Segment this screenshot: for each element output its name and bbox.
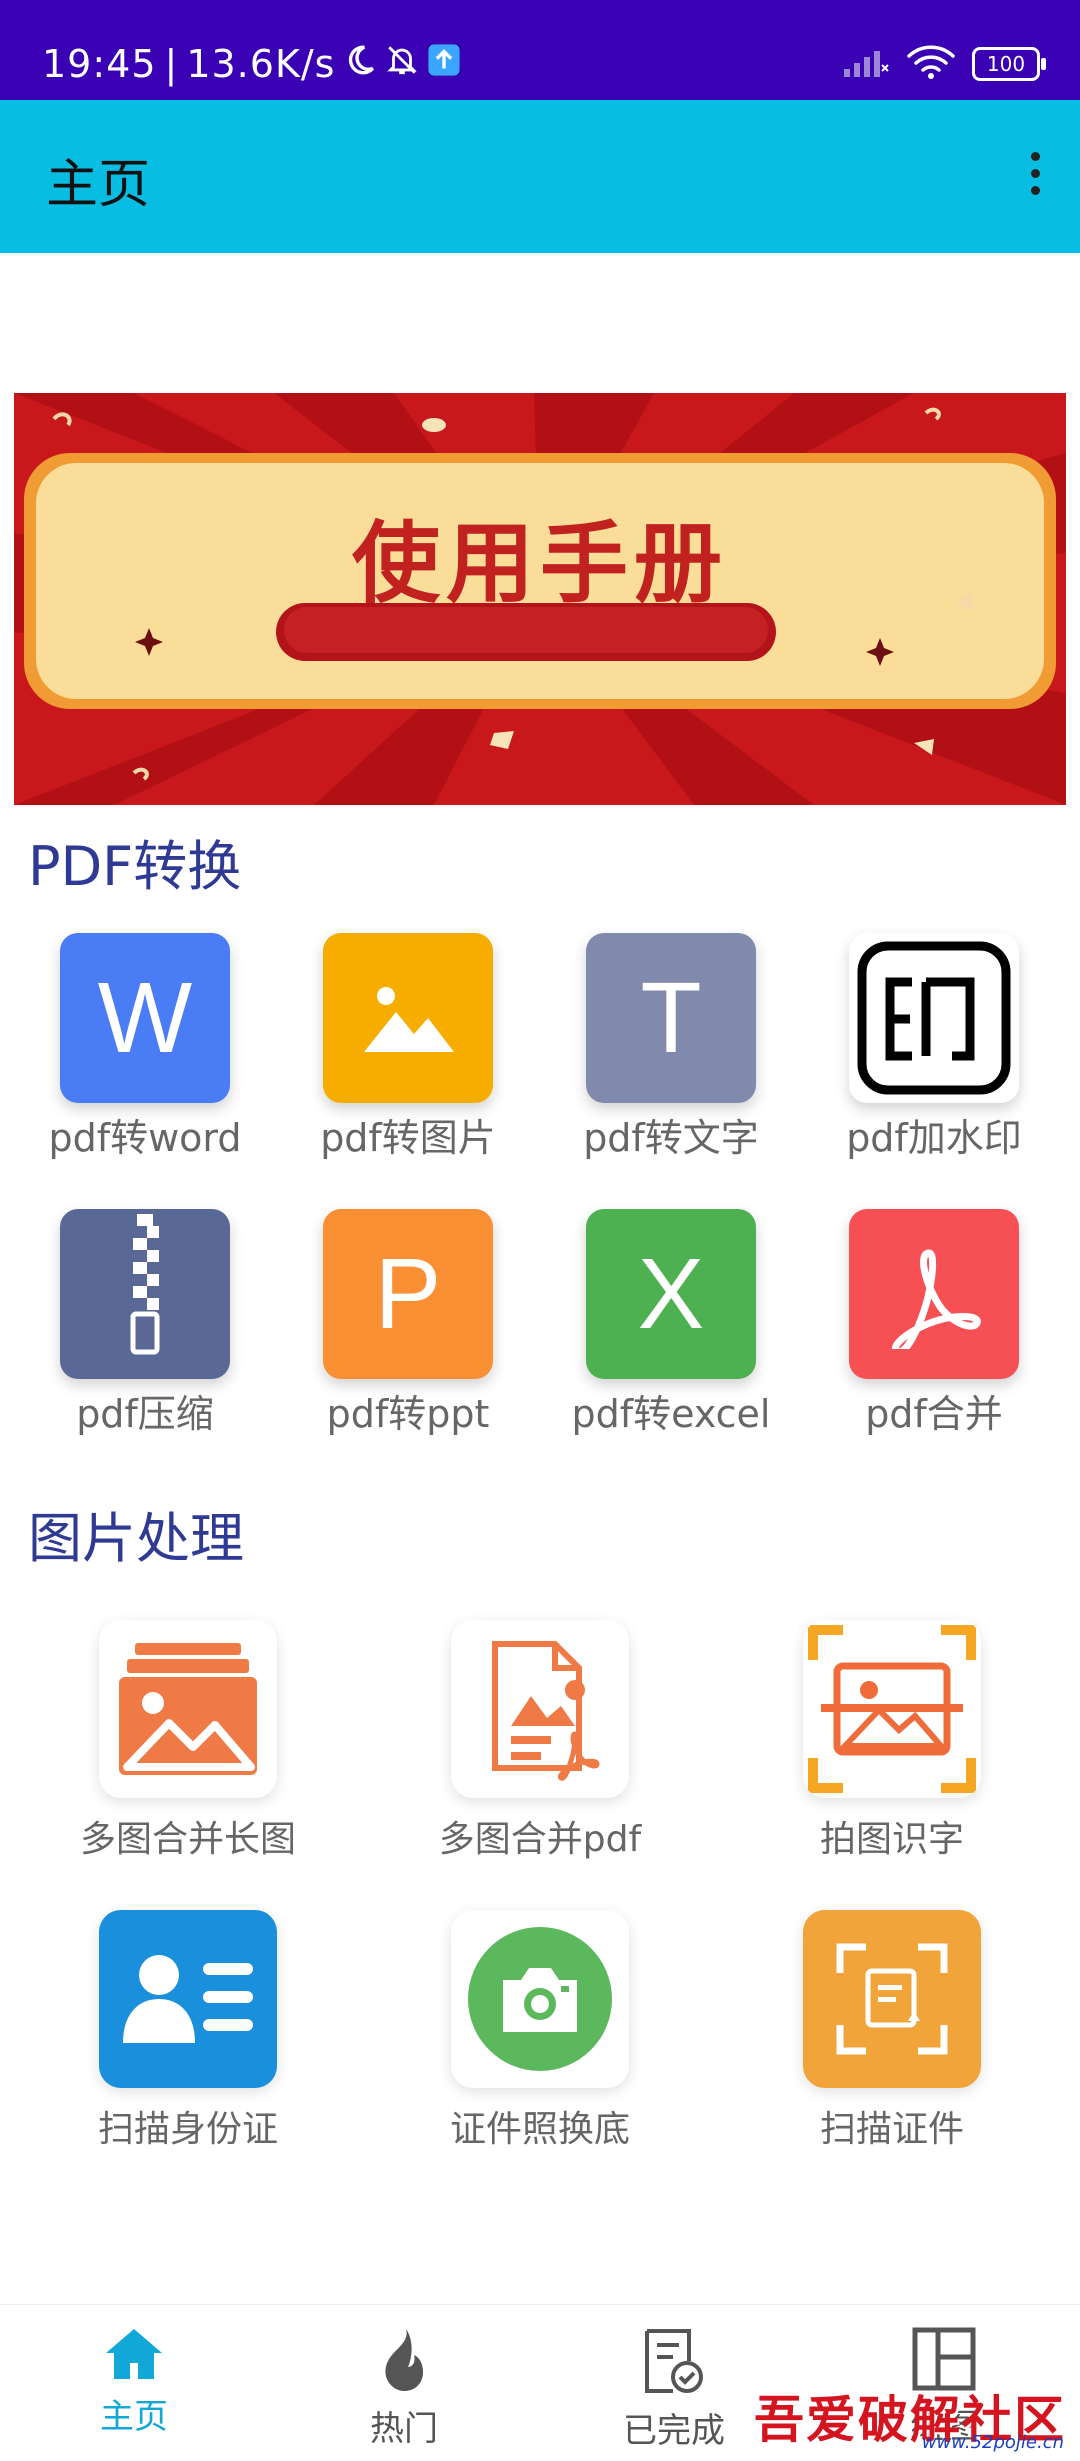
pdf-to-image-tile[interactable]: pdf转图片	[298, 933, 518, 1162]
text-icon: T	[586, 933, 756, 1103]
pdf-to-excel-tile[interactable]: X pdf转excel	[561, 1209, 781, 1438]
ppt-icon: P	[323, 1209, 493, 1379]
photos-stack-icon	[99, 1620, 277, 1798]
acrobat-icon	[849, 1209, 1019, 1379]
watermark-url: www.52pojie.cn	[921, 2432, 1064, 2453]
scan-certificate-tile[interactable]: 扫描证件	[732, 1910, 1052, 2152]
nav-label: 主页	[100, 2397, 168, 2437]
scan-id-card-tile[interactable]: 扫描身份证	[28, 1910, 348, 2152]
tile-label: 多图合并pdf	[438, 1819, 642, 1860]
photo-ocr-tile[interactable]: 拍图识字	[732, 1620, 1052, 1862]
bell-off-icon	[385, 42, 419, 86]
tile-label: 扫描身份证	[97, 2109, 278, 2150]
tile-label: 拍图识字	[819, 1819, 964, 1860]
status-time: 19:45	[42, 42, 157, 86]
nav-label: 热门	[370, 2409, 438, 2449]
pdf-to-word-tile[interactable]: W pdf转word	[35, 933, 255, 1162]
pdf-watermark-tile[interactable]: pdf加水印	[824, 933, 1044, 1162]
tile-label: pdf合并	[865, 1392, 1003, 1436]
pdf-to-ppt-tile[interactable]: P pdf转ppt	[298, 1209, 518, 1438]
merge-long-image-tile[interactable]: 多图合并长图	[28, 1620, 348, 1862]
pdf-to-text-tile[interactable]: T pdf转文字	[561, 933, 781, 1162]
network-speed: 13.6K/s	[186, 42, 336, 86]
camera-icon	[451, 1910, 629, 2088]
scan-document-icon	[803, 1910, 981, 2088]
tile-label: 证件照换底	[449, 2109, 630, 2150]
tile-label: pdf转ppt	[326, 1392, 490, 1436]
moon-icon	[343, 42, 377, 86]
section-title-pdf: PDF转换	[28, 835, 242, 898]
tile-label: pdf加水印	[846, 1116, 1022, 1160]
user-manual-banner[interactable]: 使用手册	[14, 393, 1066, 805]
status-bar: 19:45 | 13.6K/s 100	[0, 0, 1080, 100]
image-to-pdf-icon	[451, 1620, 629, 1798]
excel-icon: X	[586, 1209, 756, 1379]
tile-label: pdf转图片	[320, 1116, 496, 1160]
battery-icon: 100	[972, 47, 1046, 81]
nav-hot[interactable]: 热门	[304, 2327, 504, 2450]
tile-label: 多图合并长图	[79, 1819, 296, 1860]
id-card-icon	[99, 1910, 277, 2088]
pdf-compress-tile[interactable]: pdf压缩	[35, 1209, 255, 1438]
scan-image-icon	[803, 1620, 981, 1798]
tile-label: pdf转excel	[571, 1392, 771, 1436]
nav-home[interactable]: 主页	[34, 2327, 234, 2438]
status-left: 19:45 | 13.6K/s	[42, 42, 461, 86]
flame-icon	[385, 2329, 424, 2391]
image-icon	[323, 933, 493, 1103]
pdf-merge-tile[interactable]: pdf合并	[824, 1209, 1044, 1438]
status-right: 100	[842, 44, 1046, 84]
id-photo-background-tile[interactable]: 证件照换底	[380, 1910, 700, 2152]
more-vert-icon[interactable]	[1028, 152, 1042, 202]
home-icon	[106, 2329, 162, 2379]
banner-title: 使用手册	[351, 512, 728, 615]
signal-icon	[842, 45, 890, 83]
tile-label: pdf压缩	[76, 1392, 214, 1436]
app-bar: 主页	[0, 100, 1080, 253]
tile-label: pdf转文字	[583, 1116, 759, 1160]
checked-document-icon	[645, 2329, 703, 2393]
status-divider: |	[164, 42, 179, 86]
stamp-icon	[849, 933, 1019, 1103]
zip-icon	[60, 1209, 230, 1379]
page-title: 主页	[46, 155, 151, 215]
word-icon: W	[60, 933, 230, 1103]
tile-label: 扫描证件	[819, 2109, 964, 2150]
upload-badge-icon	[427, 42, 461, 86]
nav-completed[interactable]: 已完成	[574, 2327, 774, 2452]
wifi-icon	[906, 44, 956, 84]
nav-label: 已完成	[623, 2411, 725, 2451]
merge-pdf-tile[interactable]: 多图合并pdf	[380, 1620, 700, 1862]
tile-label: pdf转word	[48, 1116, 242, 1160]
section-title-image: 图片处理	[28, 1507, 244, 1570]
